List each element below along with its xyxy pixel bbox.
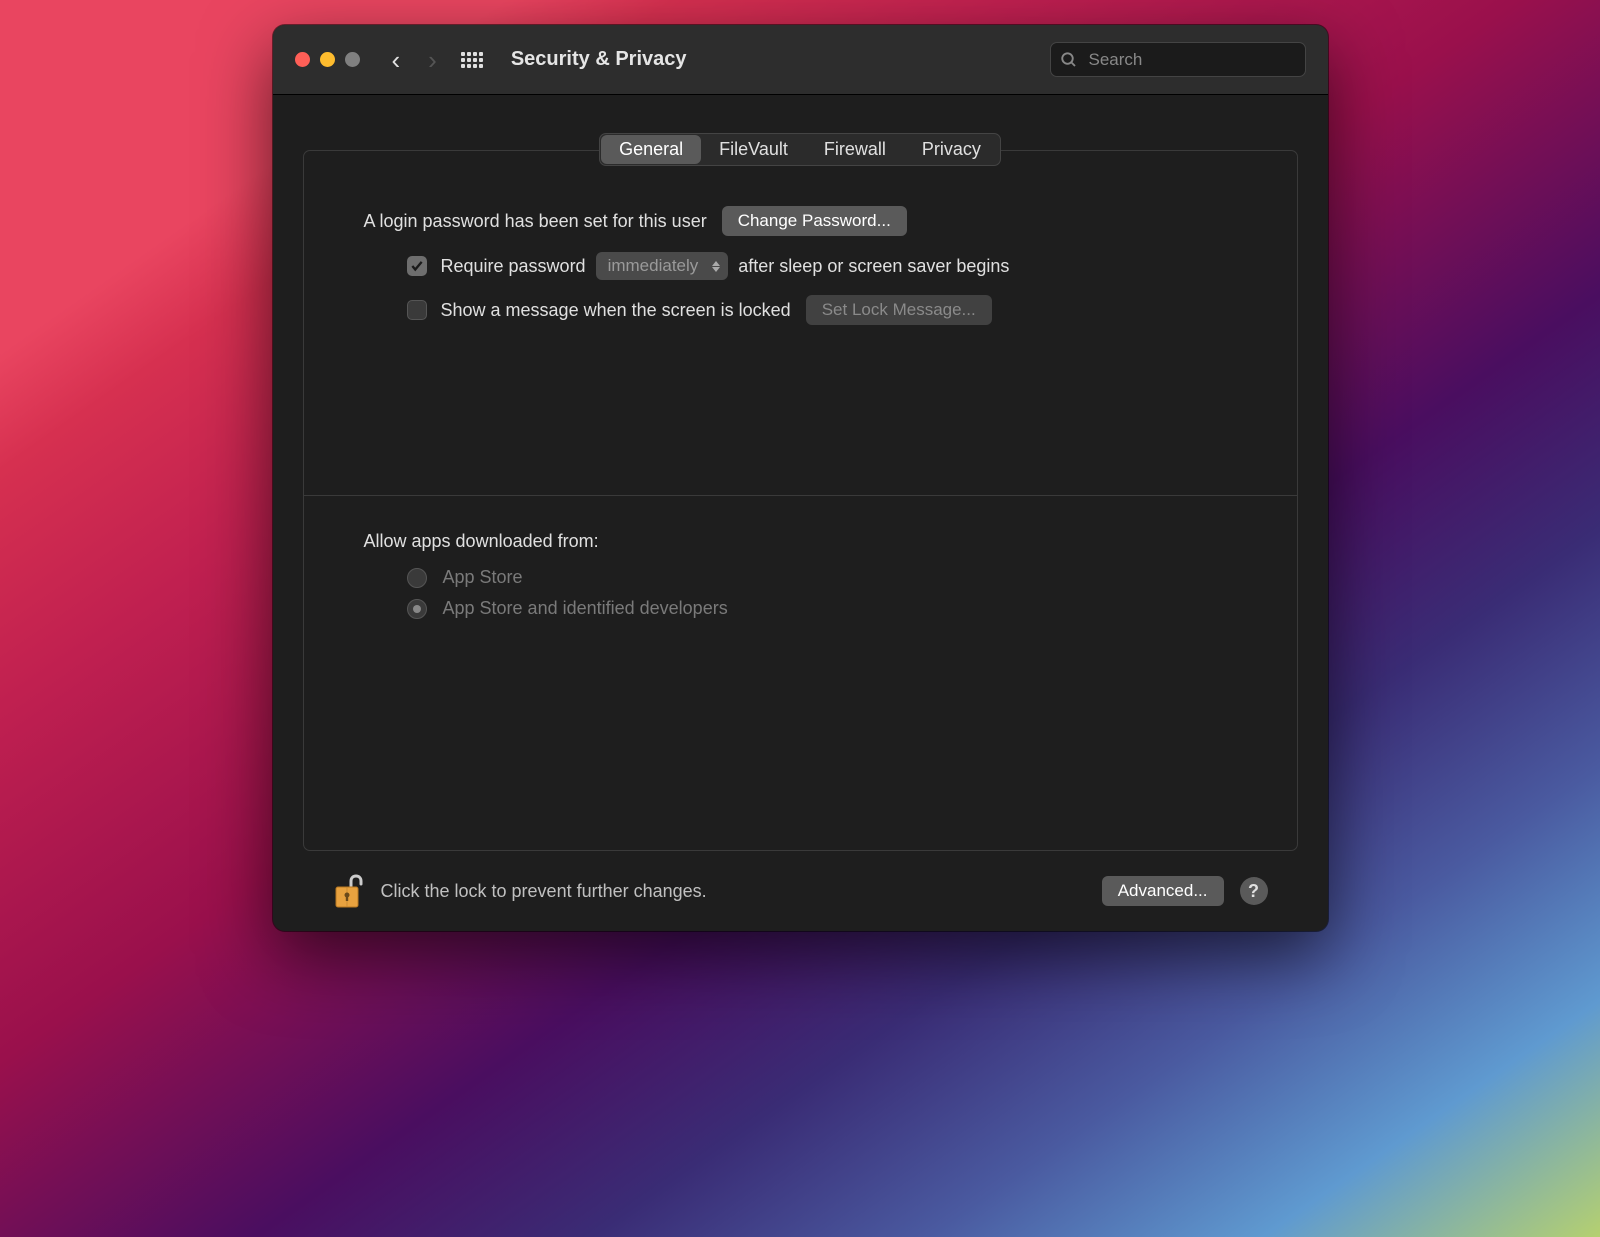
allow-apps-label: Allow apps downloaded from:	[364, 531, 1237, 552]
back-button[interactable]: ‹	[392, 47, 401, 73]
content-area: General FileVault Firewall Privacy A log…	[273, 95, 1328, 931]
set-lock-message-button: Set Lock Message...	[806, 295, 992, 325]
show-all-icon[interactable]	[461, 52, 483, 68]
radio-app-store-and-developers-label: App Store and identified developers	[443, 598, 728, 619]
help-button[interactable]: ?	[1240, 877, 1268, 905]
tab-privacy[interactable]: Privacy	[904, 135, 999, 164]
preferences-window: ‹ › Security & Privacy General FileVault…	[273, 25, 1328, 931]
tab-general[interactable]: General	[601, 135, 701, 164]
require-password-checkbox[interactable]	[407, 256, 427, 276]
window-title: Security & Privacy	[511, 48, 1040, 71]
change-password-button[interactable]: Change Password...	[722, 206, 907, 236]
advanced-button[interactable]: Advanced...	[1102, 876, 1224, 906]
password-set-row: A login password has been set for this u…	[364, 206, 1237, 236]
nav-arrows: ‹ ›	[392, 47, 437, 73]
minimize-window-button[interactable]	[320, 52, 335, 67]
show-message-label: Show a message when the screen is locked	[441, 300, 791, 321]
radio-app-store-label: App Store	[443, 567, 523, 588]
password-set-label: A login password has been set for this u…	[364, 211, 707, 232]
require-password-row: Require password immediately after sleep…	[364, 252, 1237, 280]
unlocked-lock-icon	[333, 873, 365, 909]
radio-app-store: App Store	[364, 567, 1237, 588]
lock-text: Click the lock to prevent further change…	[381, 881, 707, 902]
divider	[304, 495, 1297, 496]
tab-filevault[interactable]: FileVault	[701, 135, 806, 164]
require-password-delay-select[interactable]: immediately	[596, 252, 729, 280]
search-icon	[1060, 51, 1078, 69]
show-message-row: Show a message when the screen is locked…	[364, 295, 1237, 325]
search-input[interactable]	[1050, 42, 1306, 77]
radio-app-store-and-developers: App Store and identified developers	[364, 598, 1237, 619]
zoom-window-button	[345, 52, 360, 67]
search-field[interactable]	[1050, 42, 1306, 77]
traffic-lights	[295, 52, 360, 67]
titlebar: ‹ › Security & Privacy	[273, 25, 1328, 95]
require-password-label-after: after sleep or screen saver begins	[738, 256, 1009, 277]
tab-bar: General FileVault Firewall Privacy	[599, 133, 1001, 166]
tab-firewall[interactable]: Firewall	[806, 135, 904, 164]
forward-button: ›	[428, 47, 437, 73]
lock-button[interactable]: Click the lock to prevent further change…	[333, 873, 1087, 909]
close-window-button[interactable]	[295, 52, 310, 67]
general-panel: A login password has been set for this u…	[303, 150, 1298, 851]
show-lock-message-checkbox[interactable]	[407, 300, 427, 320]
radio-app-store-and-developers-button	[407, 599, 427, 619]
require-password-label-before: Require password	[441, 256, 586, 277]
footer: Click the lock to prevent further change…	[303, 851, 1298, 931]
updown-icon	[712, 261, 720, 272]
require-password-delay-value: immediately	[608, 256, 699, 276]
radio-app-store-button	[407, 568, 427, 588]
